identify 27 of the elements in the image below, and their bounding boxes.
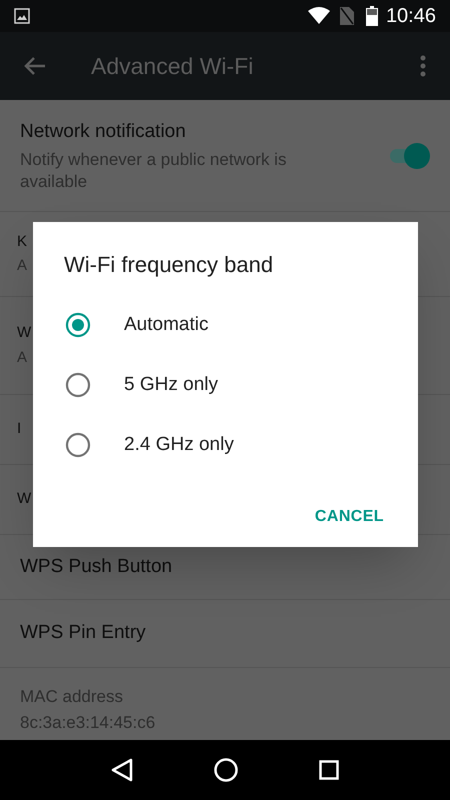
setting-title: I	[17, 419, 22, 440]
image-notification-icon	[14, 8, 30, 24]
radio-option[interactable]: 2.4 GHz only	[33, 415, 418, 475]
back-nav-icon[interactable]	[110, 758, 133, 782]
setting-title: K	[17, 232, 28, 252]
battery-icon	[366, 6, 378, 26]
setting-title: WPS Push Button	[20, 554, 174, 579]
setting-title: W	[17, 489, 32, 510]
setting-title: WPS Pin Entry	[20, 621, 147, 646]
back-arrow-icon[interactable]	[24, 56, 46, 76]
radio-option[interactable]: Automatic	[33, 295, 418, 355]
radio-button[interactable]	[65, 312, 91, 338]
home-nav-icon[interactable]	[214, 758, 238, 782]
no-sim-icon	[340, 7, 354, 25]
dialog-title: Wi-Fi frequency band	[64, 251, 274, 279]
toggle-switch[interactable]	[388, 142, 428, 168]
setting-title: Network notification	[20, 120, 187, 144]
status-time: 10:46	[386, 4, 436, 29]
app-bar-title: Advanced Wi-Fi	[91, 52, 254, 81]
recents-nav-icon[interactable]	[319, 760, 340, 780]
cancel-button[interactable]: CANCEL	[302, 499, 396, 535]
wifi-icon	[308, 7, 330, 25]
radio-button[interactable]	[65, 372, 91, 398]
radio-button[interactable]	[65, 432, 91, 458]
setting-title: W	[17, 323, 32, 344]
radio-option[interactable]: 5 GHz only	[33, 355, 418, 415]
more-options-icon[interactable]	[420, 55, 426, 77]
